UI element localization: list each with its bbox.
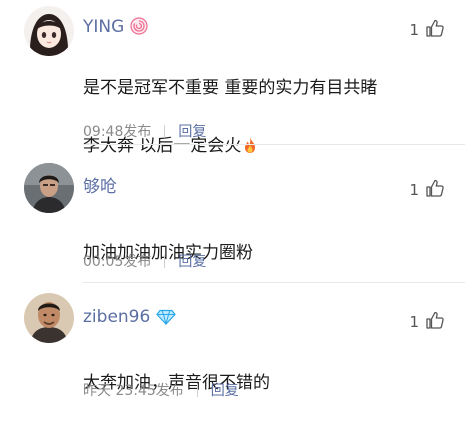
like-button[interactable]: 1 bbox=[409, 18, 445, 42]
avatar-anime-girl-image bbox=[24, 6, 74, 56]
thumbs-up-icon bbox=[425, 178, 445, 202]
username-text: 够呛 bbox=[83, 177, 117, 197]
meta-separator bbox=[196, 383, 198, 397]
comment-meta: 昨天 23:45发布 回复 bbox=[83, 380, 239, 400]
username-text: ziben96 bbox=[83, 307, 151, 327]
avatar[interactable] bbox=[24, 163, 74, 213]
like-count: 1 bbox=[409, 181, 419, 199]
avatar[interactable] bbox=[24, 6, 74, 56]
avatar[interactable] bbox=[24, 293, 74, 343]
comment-line: 是不是冠军不重要 重要的实力有目共睹 bbox=[83, 78, 378, 98]
avatar-man-photo-image bbox=[24, 293, 74, 343]
reply-button[interactable]: 回复 bbox=[178, 251, 206, 271]
comment-meta: 09:48发布 回复 bbox=[83, 121, 206, 141]
like-count: 1 bbox=[409, 313, 419, 331]
reply-button[interactable]: 回复 bbox=[211, 380, 239, 400]
reply-button[interactable]: 回复 bbox=[178, 121, 206, 141]
lollipop-icon bbox=[130, 17, 148, 40]
comment-item: ziben96 1 大奔加油，声音很不错的 昨天 23:45发布 回复 bbox=[0, 283, 465, 417]
post-time: 昨天 23:45发布 bbox=[83, 383, 184, 399]
thumbs-up-icon bbox=[425, 18, 445, 42]
comment-meta: 00:05发布 回复 bbox=[83, 251, 206, 271]
like-button[interactable]: 1 bbox=[409, 310, 445, 334]
thumbs-up-icon bbox=[425, 310, 445, 334]
meta-separator bbox=[164, 124, 166, 138]
username-text: YING bbox=[83, 17, 125, 37]
username[interactable]: ziben96 bbox=[83, 307, 176, 330]
username[interactable]: 够呛 bbox=[83, 177, 117, 197]
username[interactable]: YING bbox=[83, 17, 148, 40]
like-button[interactable]: 1 bbox=[409, 178, 445, 202]
diamond-icon bbox=[156, 309, 176, 330]
like-count: 1 bbox=[409, 21, 419, 39]
comment-item: YING 1 是不是冠军不重要 重要的实力有目共睹 李大奔 以后一定会火 09:… bbox=[0, 0, 465, 156]
comment-item: 够呛 1 加油加油加油实力圈粉 00:05发布 回复 bbox=[0, 145, 465, 283]
meta-separator bbox=[164, 254, 166, 268]
avatar-man-photo-image bbox=[24, 163, 74, 213]
post-time: 09:48发布 bbox=[83, 124, 152, 140]
post-time: 00:05发布 bbox=[83, 254, 152, 270]
